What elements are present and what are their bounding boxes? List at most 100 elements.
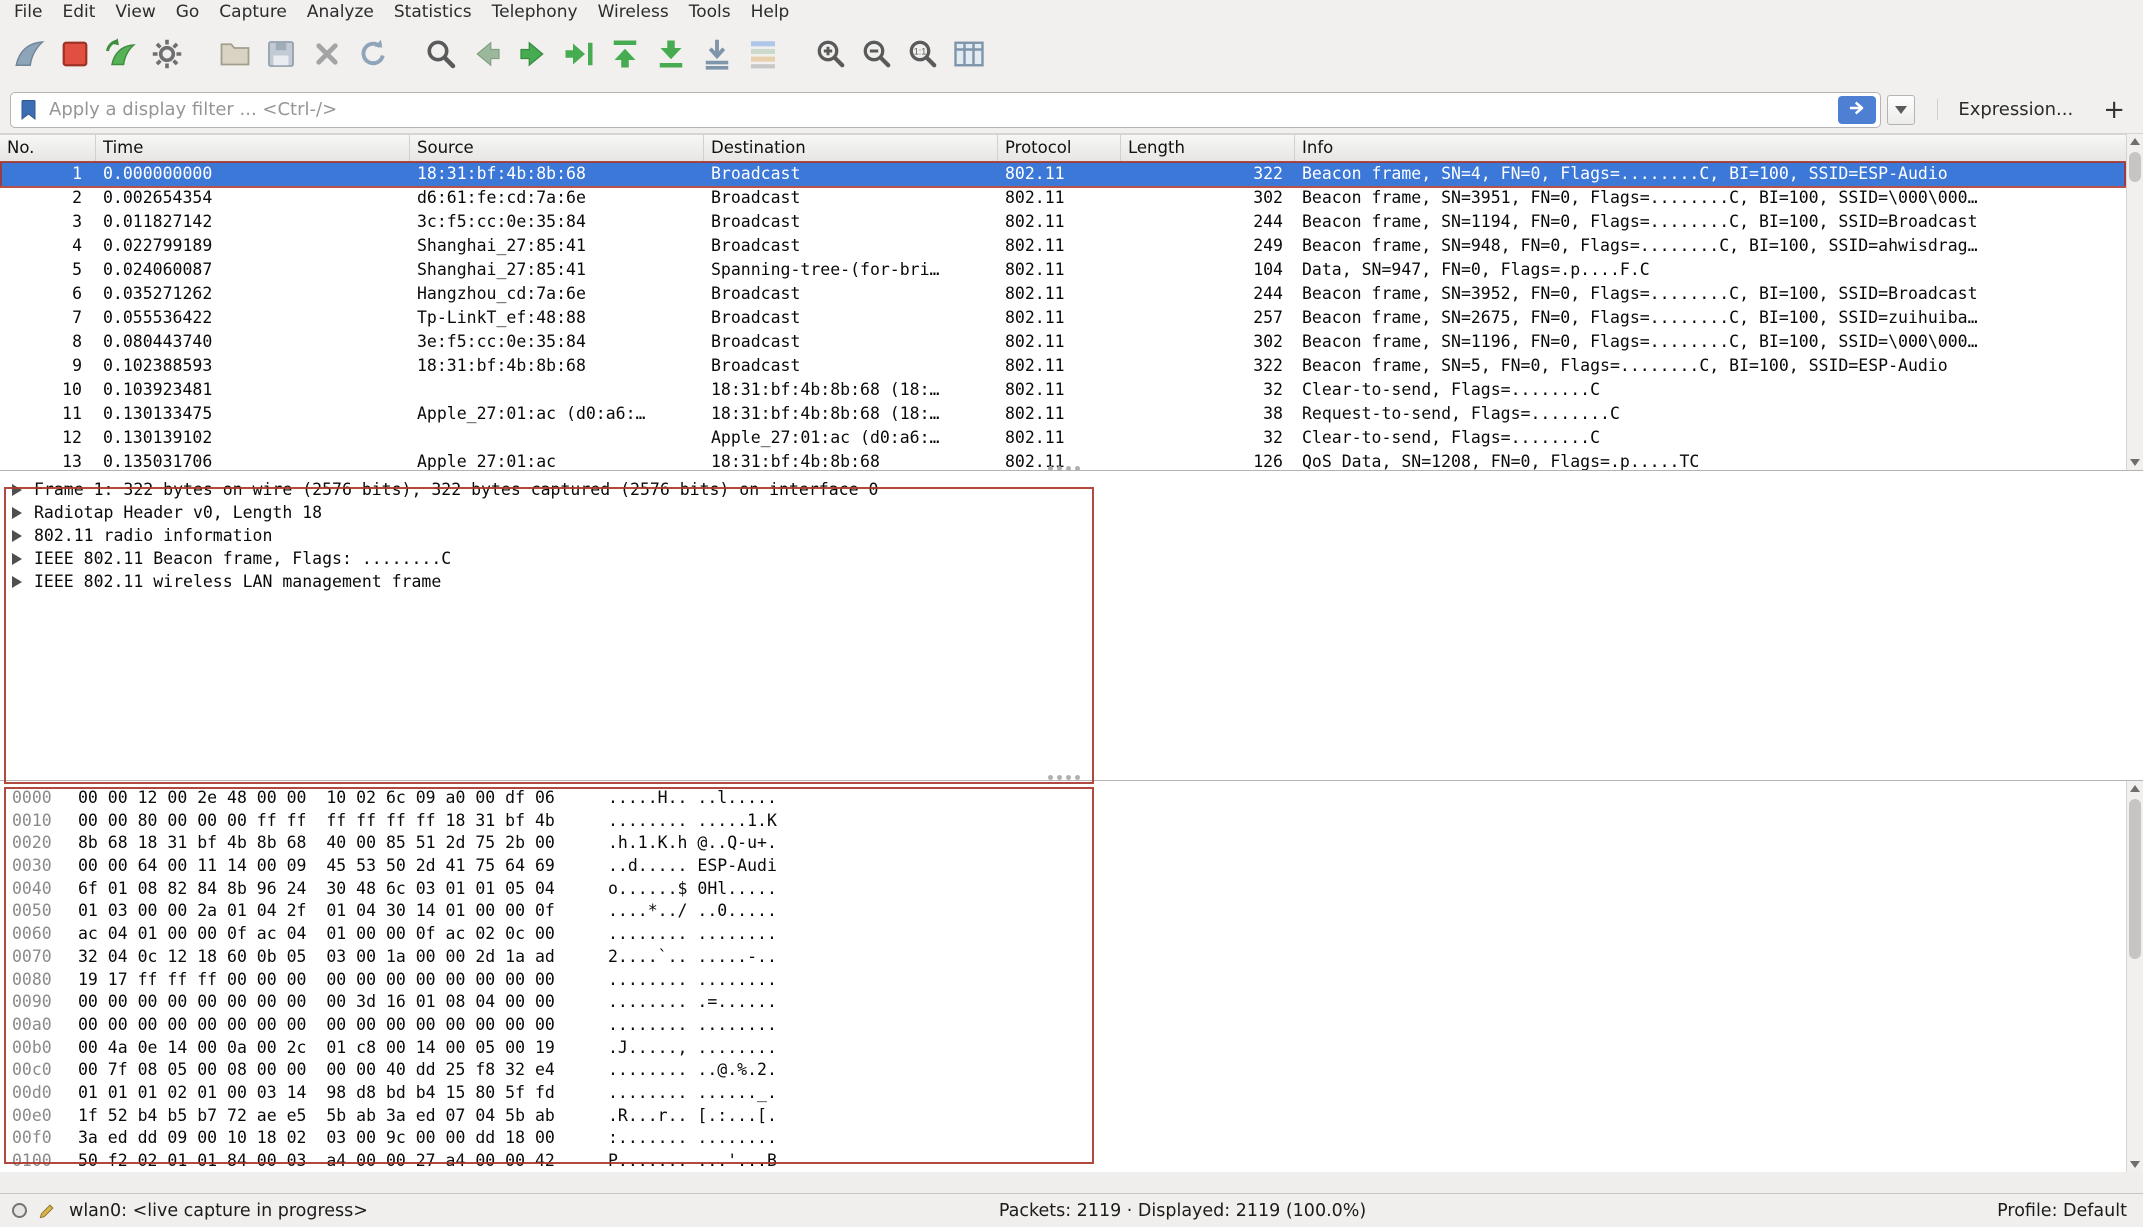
close-file-button[interactable] bbox=[304, 30, 350, 80]
menu-help[interactable]: Help bbox=[741, 0, 800, 24]
column-header-no[interactable]: No. bbox=[0, 135, 96, 161]
menu-analyze[interactable]: Analyze bbox=[297, 0, 384, 24]
column-header-length[interactable]: Length bbox=[1121, 135, 1295, 161]
capture-options-button[interactable] bbox=[144, 30, 190, 80]
detail-line[interactable]: Frame 1: 322 bytes on wire (2576 bits), … bbox=[8, 478, 2143, 501]
expander-icon[interactable] bbox=[12, 530, 22, 542]
hex-row[interactable]: 003000 00 64 00 11 14 00 09 45 53 50 2d … bbox=[12, 855, 2143, 878]
go-to-packet-button[interactable] bbox=[556, 30, 602, 80]
expander-icon[interactable] bbox=[12, 576, 22, 588]
menu-tools[interactable]: Tools bbox=[679, 0, 741, 24]
hex-row[interactable]: 00c000 7f 08 05 00 08 00 00 00 00 40 dd … bbox=[12, 1059, 2143, 1082]
pane-splitter-handle[interactable] bbox=[1048, 775, 1053, 780]
hex-offset: 0090 bbox=[12, 991, 56, 1014]
hex-row[interactable]: 000000 00 12 00 2e 48 00 00 10 02 6c 09 … bbox=[12, 787, 2143, 810]
hex-row[interactable]: 00a000 00 00 00 00 00 00 00 00 00 00 00 … bbox=[12, 1014, 2143, 1037]
detail-line[interactable]: IEEE 802.11 Beacon frame, Flags: .......… bbox=[8, 547, 2143, 570]
find-packet-button[interactable] bbox=[418, 30, 464, 80]
column-header-destination[interactable]: Destination bbox=[704, 135, 998, 161]
hex-row[interactable]: 00d001 01 01 02 01 00 03 14 98 d8 bd b4 … bbox=[12, 1082, 2143, 1105]
menu-telephony[interactable]: Telephony bbox=[482, 0, 588, 24]
menu-capture[interactable]: Capture bbox=[209, 0, 297, 24]
menu-view[interactable]: View bbox=[105, 0, 165, 24]
capture-status-icon[interactable] bbox=[12, 1203, 27, 1218]
menu-edit[interactable]: Edit bbox=[52, 0, 105, 24]
hex-row[interactable]: 0060ac 04 01 00 00 0f ac 04 01 00 00 0f … bbox=[12, 923, 2143, 946]
column-header-info[interactable]: Info bbox=[1295, 135, 2143, 161]
expander-icon[interactable] bbox=[12, 507, 22, 519]
menu-file[interactable]: File bbox=[4, 0, 52, 24]
colorize-packets-button[interactable] bbox=[740, 30, 786, 80]
zoom-out-button[interactable] bbox=[854, 30, 900, 80]
column-header-source[interactable]: Source bbox=[410, 135, 704, 161]
bytes-scrollbar[interactable] bbox=[2126, 781, 2143, 1172]
go-forward-button[interactable] bbox=[510, 30, 556, 80]
packet-row[interactable]: 20.002654354d6:61:fe:cd:7a:6eBroadcast80… bbox=[0, 186, 2143, 210]
detail-line[interactable]: 802.11 radio information bbox=[8, 524, 2143, 547]
packet-row[interactable]: 30.0118271423c:f5:cc:0e:35:84Broadcast80… bbox=[0, 210, 2143, 234]
zoom-in-button[interactable] bbox=[808, 30, 854, 80]
cell-time: 0.102388593 bbox=[96, 354, 410, 378]
column-header-time[interactable]: Time bbox=[96, 135, 410, 161]
go-back-button[interactable] bbox=[464, 30, 510, 80]
hex-row[interactable]: 009000 00 00 00 00 00 00 00 00 3d 16 01 … bbox=[12, 991, 2143, 1014]
scroll-down-arrow-icon[interactable] bbox=[2127, 1156, 2143, 1172]
packet-list-scrollbar[interactable] bbox=[2126, 134, 2143, 470]
detail-line[interactable]: IEEE 802.11 wireless LAN management fram… bbox=[8, 570, 2143, 593]
display-filter-input[interactable] bbox=[41, 99, 1838, 120]
menu-wireless[interactable]: Wireless bbox=[588, 0, 679, 24]
scroll-up-arrow-icon[interactable] bbox=[2127, 781, 2143, 797]
profile-label[interactable]: Profile: Default bbox=[1997, 1201, 2127, 1221]
zoom-reset-button[interactable]: 1:1 bbox=[900, 30, 946, 80]
hex-row[interactable]: 00e01f 52 b4 b5 b7 72 ae e5 5b ab 3a ed … bbox=[12, 1105, 2143, 1128]
scroll-thumb[interactable] bbox=[2129, 799, 2141, 959]
detail-line[interactable]: Radiotap Header v0, Length 18 bbox=[8, 501, 2143, 524]
auto-scroll-button[interactable] bbox=[694, 30, 740, 80]
packet-row[interactable]: 60.035271262Hangzhou_cd:7a:6eBroadcast80… bbox=[0, 282, 2143, 306]
go-first-packet-button[interactable] bbox=[602, 30, 648, 80]
menu-go[interactable]: Go bbox=[166, 0, 210, 24]
filter-bookmark-icon[interactable] bbox=[17, 98, 41, 122]
expander-icon[interactable] bbox=[12, 484, 22, 496]
pane-splitter-handle[interactable] bbox=[1048, 466, 1053, 471]
column-header-protocol[interactable]: Protocol bbox=[998, 135, 1121, 161]
stop-capture-button[interactable] bbox=[52, 30, 98, 80]
hex-row[interactable]: 00f03a ed dd 09 00 10 18 02 03 00 9c 00 … bbox=[12, 1127, 2143, 1150]
apply-filter-button[interactable] bbox=[1838, 96, 1876, 124]
go-last-packet-button[interactable] bbox=[648, 30, 694, 80]
packet-row[interactable]: 10.00000000018:31:bf:4b:8b:68Broadcast80… bbox=[0, 162, 2143, 186]
filter-history-dropdown[interactable] bbox=[1887, 95, 1915, 125]
packet-row[interactable]: 90.10238859318:31:bf:4b:8b:68Broadcast80… bbox=[0, 354, 2143, 378]
resize-columns-button[interactable] bbox=[946, 30, 992, 80]
hex-ascii: ........ ........ bbox=[608, 924, 777, 943]
add-filter-button[interactable]: + bbox=[2103, 95, 2125, 125]
expander-icon[interactable] bbox=[12, 553, 22, 565]
packet-row[interactable]: 40.022799189Shanghai_27:85:41Broadcast80… bbox=[0, 234, 2143, 258]
start-capture-button[interactable] bbox=[6, 30, 52, 80]
save-file-button[interactable] bbox=[258, 30, 304, 80]
hex-row[interactable]: 007032 04 0c 12 18 60 0b 05 03 00 1a 00 … bbox=[12, 946, 2143, 969]
scroll-thumb[interactable] bbox=[2129, 152, 2141, 182]
reload-file-button[interactable] bbox=[350, 30, 396, 80]
hex-row[interactable]: 00208b 68 18 31 bf 4b 8b 68 40 00 85 51 … bbox=[12, 832, 2143, 855]
hex-row[interactable]: 008019 17 ff ff ff 00 00 00 00 00 00 00 … bbox=[12, 969, 2143, 992]
hex-row[interactable]: 001000 00 80 00 00 00 ff ff ff ff ff ff … bbox=[12, 810, 2143, 833]
hex-row[interactable]: 005001 03 00 00 2a 01 04 2f 01 04 30 14 … bbox=[12, 900, 2143, 923]
packet-row[interactable]: 110.130133475Apple_27:01:ac (d0:a6:…18:3… bbox=[0, 402, 2143, 426]
menu-statistics[interactable]: Statistics bbox=[384, 0, 482, 24]
packet-row[interactable]: 130.135031706Apple_27:01:ac18:31:bf:4b:8… bbox=[0, 450, 2143, 470]
hex-row[interactable]: 00406f 01 08 82 84 8b 96 24 30 48 6c 03 … bbox=[12, 878, 2143, 901]
capture-comment-pencil-icon[interactable] bbox=[37, 1201, 57, 1221]
hex-row[interactable]: 010050 f2 02 01 01 84 00 03 a4 00 00 27 … bbox=[12, 1150, 2143, 1173]
packet-row[interactable]: 120.130139102Apple_27:01:ac (d0:a6:…802.… bbox=[0, 426, 2143, 450]
packet-row[interactable]: 70.055536422Tp-LinkT_ef:48:88Broadcast80… bbox=[0, 306, 2143, 330]
restart-capture-button[interactable] bbox=[98, 30, 144, 80]
expression-button[interactable]: Expression... bbox=[1937, 99, 2073, 120]
open-file-button[interactable] bbox=[212, 30, 258, 80]
packet-row[interactable]: 100.10392348118:31:bf:4b:8b:68 (18:…802.… bbox=[0, 378, 2143, 402]
scroll-down-arrow-icon[interactable] bbox=[2127, 454, 2143, 470]
scroll-up-arrow-icon[interactable] bbox=[2127, 134, 2143, 150]
hex-row[interactable]: 00b000 4a 0e 14 00 0a 00 2c 01 c8 00 14 … bbox=[12, 1037, 2143, 1060]
packet-row[interactable]: 80.0804437403e:f5:cc:0e:35:84Broadcast80… bbox=[0, 330, 2143, 354]
packet-row[interactable]: 50.024060087Shanghai_27:85:41Spanning-tr… bbox=[0, 258, 2143, 282]
